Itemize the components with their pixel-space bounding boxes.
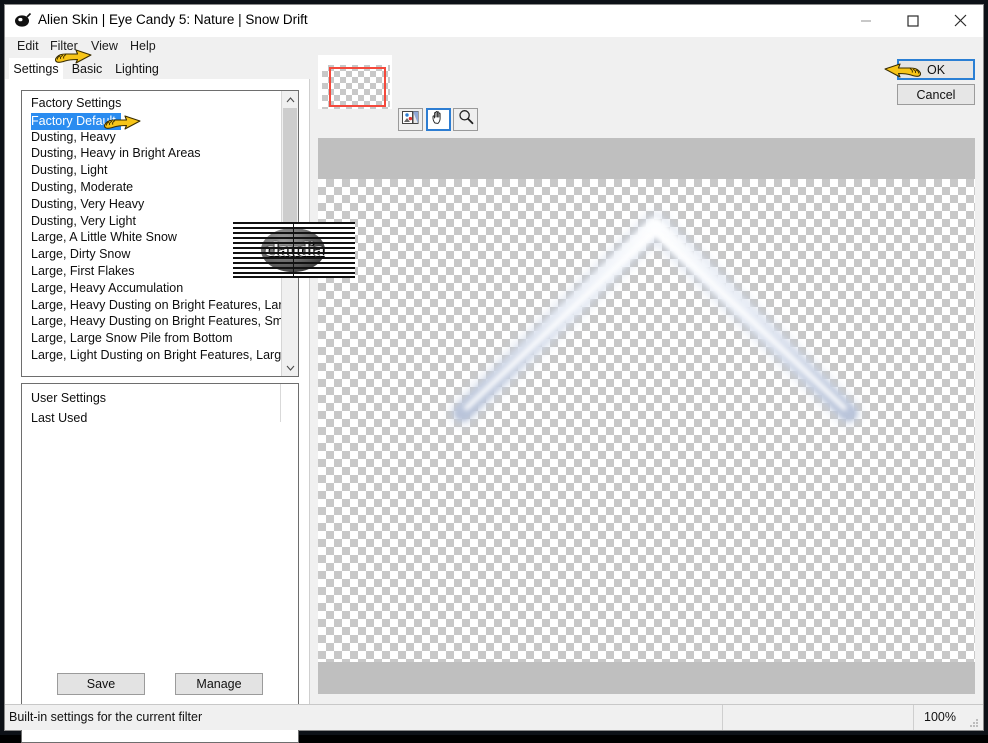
list-group-header: Factory Settings xyxy=(31,96,122,110)
pointer-hand-ok-icon xyxy=(884,56,924,84)
status-separator xyxy=(722,705,723,730)
compare-tool-button[interactable] xyxy=(398,108,423,131)
scroll-up-icon[interactable] xyxy=(282,91,298,108)
list-item[interactable]: Last Used xyxy=(22,410,298,427)
list-item[interactable]: Large, Large Snow Pile from Bottom xyxy=(22,330,281,347)
magnifier-zoom-icon xyxy=(458,109,474,130)
navigator-viewport-rect[interactable] xyxy=(329,67,386,107)
maximize-button[interactable] xyxy=(890,5,936,36)
scrollbar-thumb[interactable] xyxy=(283,108,297,233)
preview-canvas[interactable] xyxy=(318,138,975,694)
window-title: Alien Skin | Eye Candy 5: Nature | Snow … xyxy=(38,12,308,27)
list-item[interactable]: Dusting, Very Heavy xyxy=(22,196,281,213)
pointer-hand-list-icon xyxy=(101,108,141,136)
user-list-divider xyxy=(280,384,281,422)
preview-area: OK Cancel xyxy=(310,37,983,696)
before-after-compare-icon xyxy=(402,110,419,130)
minimize-button[interactable] xyxy=(843,5,889,36)
list-item[interactable]: Large, Light Dusting on Bright Features,… xyxy=(22,347,281,364)
manage-button[interactable]: Manage xyxy=(175,673,263,695)
list-item[interactable]: Dusting, Heavy in Bright Areas xyxy=(22,145,281,162)
list-item[interactable]: Factory Default xyxy=(22,112,281,130)
navigator-thumbnail[interactable] xyxy=(318,55,392,109)
minimize-icon xyxy=(860,15,872,27)
tab-strip: Settings Basic Lighting xyxy=(5,58,310,80)
list-item[interactable]: Large, Heavy Dusting on Bright Features,… xyxy=(22,297,281,314)
menu-item-edit[interactable]: Edit xyxy=(13,39,43,53)
claudia-watermark: claudia xyxy=(233,222,355,278)
zoom-level-label: 100% xyxy=(924,710,956,724)
pan-tool-button[interactable] xyxy=(426,108,451,131)
screen: Alien Skin | Eye Candy 5: Nature | Snow … xyxy=(0,0,988,743)
status-separator xyxy=(913,705,914,730)
canvas-bottom-band xyxy=(318,662,975,694)
resize-grip[interactable] xyxy=(967,715,979,727)
snow-drift-artwork xyxy=(449,212,862,426)
list-item[interactable]: Dusting, Light xyxy=(22,162,281,179)
maximize-icon xyxy=(907,14,919,27)
menu-item-view[interactable]: View xyxy=(87,39,122,53)
cancel-button[interactable]: Cancel xyxy=(897,84,975,105)
transparency-checkerboard xyxy=(318,179,975,662)
application-window: Alien Skin | Eye Candy 5: Nature | Snow … xyxy=(4,4,984,743)
alien-skin-icon xyxy=(14,12,32,30)
status-message: Built-in settings for the current filter xyxy=(9,710,203,724)
status-bar: Built-in settings for the current filter… xyxy=(5,704,983,730)
zoom-tool-button[interactable] xyxy=(453,108,478,131)
list-item[interactable]: Dusting, Moderate xyxy=(22,179,281,196)
pointer-hand-menu-icon xyxy=(52,42,92,70)
settings-panel: Factory Settings Factory Default Dusting… xyxy=(5,79,310,743)
canvas-top-band xyxy=(318,138,975,179)
watermark-overlay xyxy=(233,222,355,278)
list-item[interactable]: Dusting, Heavy xyxy=(22,129,281,146)
list-group-header: User Settings xyxy=(31,391,107,405)
menu-item-help[interactable]: Help xyxy=(126,39,160,53)
hand-pan-icon xyxy=(431,110,446,130)
close-button[interactable] xyxy=(937,5,983,36)
list-item[interactable]: Large, Heavy Accumulation xyxy=(22,280,281,297)
save-button[interactable]: Save xyxy=(57,673,145,695)
title-bar: Alien Skin | Eye Candy 5: Nature | Snow … xyxy=(5,5,983,37)
tab-lighting[interactable]: Lighting xyxy=(109,58,165,80)
list-item[interactable]: Large, Heavy Dusting on Bright Features,… xyxy=(22,313,281,330)
scroll-down-icon[interactable] xyxy=(282,359,298,376)
close-icon xyxy=(954,14,967,27)
